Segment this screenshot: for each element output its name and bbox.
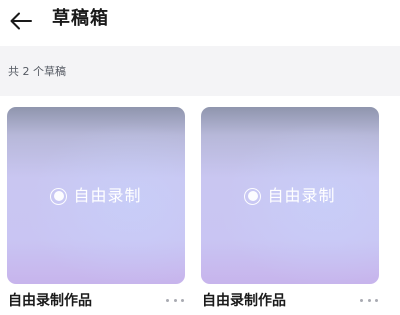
thumbnail-overlay: 自由录制 [201, 183, 379, 209]
draft-title: 自由录制作品 [202, 293, 286, 309]
page-title: 草稿箱 [52, 8, 109, 29]
thumbnail-label: 自由录制 [267, 186, 336, 205]
draft-thumbnail[interactable]: 自由录制 [7, 107, 185, 284]
record-icon [244, 187, 262, 205]
thumbnail-label: 自由录制 [73, 186, 142, 205]
back-button[interactable] [6, 6, 36, 36]
more-dots-icon[interactable] [166, 293, 184, 307]
thumbnail-overlay: 自由录制 [7, 183, 185, 209]
record-icon [50, 187, 68, 205]
header-bar: 草稿箱 [0, 0, 400, 46]
drafts-count-text: 共 2 个草稿 [8, 65, 66, 78]
arrow-left-icon [10, 12, 32, 30]
drafts-count-bar: 共 2 个草稿 [0, 46, 400, 96]
more-dots-icon[interactable] [360, 293, 378, 307]
draft-thumbnail[interactable]: 自由录制 [201, 107, 379, 284]
draft-title: 自由录制作品 [8, 293, 92, 309]
